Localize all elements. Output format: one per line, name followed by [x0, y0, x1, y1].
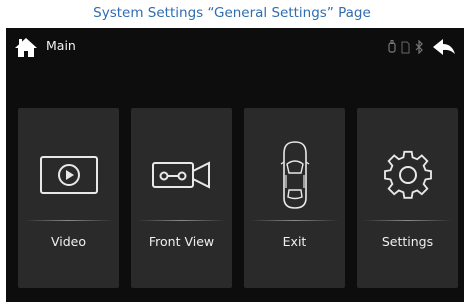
page-caption: System Settings “General Settings” Page: [93, 5, 371, 21]
gear-icon: [383, 150, 432, 199]
front-view-card[interactable]: Front View: [131, 108, 232, 288]
play-video-icon: [39, 156, 98, 194]
menu-cards: Video Front View Exit Settings: [18, 108, 458, 288]
back-arrow-icon[interactable]: [432, 38, 456, 56]
card-divider: [137, 220, 226, 221]
settings-card[interactable]: Settings: [357, 108, 458, 288]
home-icon[interactable]: [14, 36, 38, 58]
card-divider: [250, 220, 339, 221]
card-divider: [363, 220, 452, 221]
car-icon: [280, 141, 309, 209]
video-card[interactable]: Video: [18, 108, 119, 288]
bluetooth-icon: [415, 40, 423, 54]
card-label: Exit: [282, 234, 307, 249]
sd-card-icon: [401, 41, 410, 53]
device-screen: Main Video Front View Exit Settings: [6, 28, 464, 302]
card-label: Front View: [148, 234, 215, 249]
page-title: Main: [46, 38, 76, 53]
exit-card[interactable]: Exit: [244, 108, 345, 288]
camera-icon: [151, 161, 210, 189]
top-bar: Main: [6, 28, 464, 66]
card-label: Settings: [381, 234, 434, 249]
usb-icon: [388, 40, 396, 53]
card-label: Video: [50, 234, 87, 249]
status-area: [383, 37, 456, 57]
card-divider: [24, 220, 113, 221]
